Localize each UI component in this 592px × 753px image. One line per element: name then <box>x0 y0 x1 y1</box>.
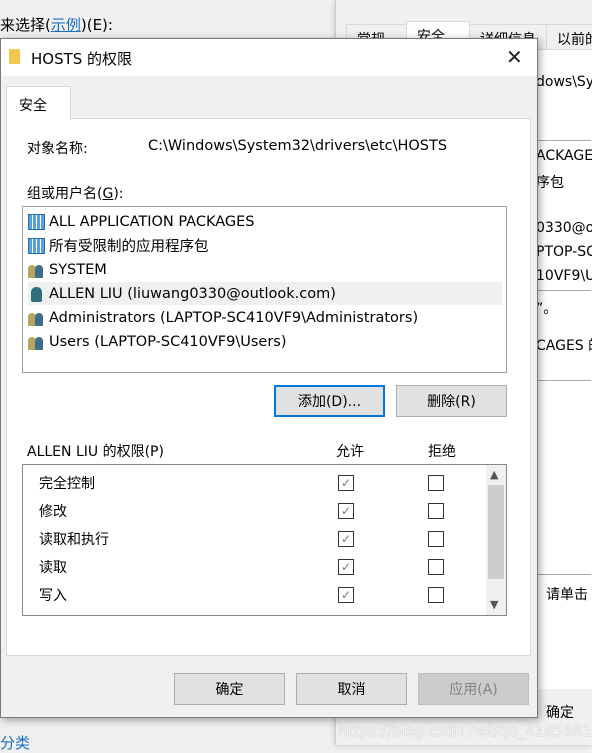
allow-checkbox[interactable]: ✓ <box>338 587 354 603</box>
title-bar: HOSTS 的权限 ✕ <box>1 39 537 76</box>
permissions-list: ▲ ▼ 完全控制 ✓ 修改 ✓ 读取和执行 ✓ 读取 ✓ 写入 ✓ <box>22 464 507 616</box>
allow-checkbox[interactable]: ✓ <box>338 503 354 519</box>
user-list-item[interactable]: SYSTEM <box>28 258 502 281</box>
background-label: 来选择(示例)(E): <box>0 16 113 34</box>
allow-checkbox[interactable]: ✓ <box>338 559 354 575</box>
fragment: 0330@o <box>536 220 592 236</box>
fragment: 序包 <box>536 175 564 191</box>
fragment: 请单击 <box>546 587 588 603</box>
example-link[interactable]: 示例 <box>51 16 81 34</box>
user-name: SYSTEM <box>49 261 107 278</box>
permission-row: 读取和执行 ✓ <box>39 529 489 549</box>
dialog-title: HOSTS 的权限 <box>31 50 133 68</box>
group-label: 组或用户名(G): <box>27 186 124 202</box>
group-icon <box>28 262 45 278</box>
scroll-down-icon[interactable]: ▼ <box>490 598 498 611</box>
user-list-item[interactable]: 所有受限制的应用程序包 <box>28 234 502 257</box>
fragment: PTOP-SC <box>536 244 592 260</box>
group-icon <box>28 334 45 350</box>
user-list[interactable]: ALL APPLICATION PACKAGES 所有受限制的应用程序包 SYSTE… <box>22 206 507 373</box>
deny-checkbox[interactable] <box>428 559 444 575</box>
group-icon <box>28 310 45 326</box>
add-button[interactable]: 添加(D)... <box>274 385 385 417</box>
object-name-label: 对象名称: <box>27 141 88 157</box>
permission-name: 完全控制 <box>39 476 95 492</box>
deny-checkbox[interactable] <box>428 531 444 547</box>
user-name: ALL APPLICATION PACKAGES <box>49 213 255 230</box>
allow-checkbox[interactable]: ✓ <box>338 475 354 491</box>
permission-row: 完全控制 ✓ <box>39 473 489 493</box>
deny-checkbox[interactable] <box>428 475 444 491</box>
package-icon <box>28 213 45 230</box>
ok-button[interactable]: 确定 <box>174 673 285 705</box>
user-list-item[interactable]: Administrators (LAPTOP-SC410VF9\Administ… <box>28 306 502 329</box>
watermark: https://blog.csdn.net/qq_41856814 <box>338 722 592 740</box>
user-name: Users (LAPTOP-SC410VF9\Users) <box>49 333 287 350</box>
fragment: dows\Sy <box>536 74 592 90</box>
properties-ok-button[interactable]: 确定 <box>546 702 574 722</box>
user-name: Administrators (LAPTOP-SC410VF9\Administ… <box>49 309 419 326</box>
scroll-up-icon[interactable]: ▲ <box>490 468 498 481</box>
permissions-label: ALLEN LIU 的权限(P) <box>27 444 164 460</box>
tab-previous-versions[interactable]: 以前的 <box>546 24 592 50</box>
fragment: CAGES 的 <box>536 338 592 354</box>
user-list-item[interactable]: Users (LAPTOP-SC410VF9\Users) <box>28 330 502 353</box>
object-name-value: C:\Windows\System32\drivers\etc\HOSTS <box>148 138 448 154</box>
package-icon <box>28 237 45 254</box>
allow-checkbox[interactable]: ✓ <box>338 531 354 547</box>
permission-row: 修改 ✓ <box>39 501 489 521</box>
remove-button[interactable]: 删除(R) <box>396 385 507 417</box>
fragment: 10VF9\U <box>536 268 592 284</box>
user-name: 所有受限制的应用程序包 <box>49 239 209 255</box>
close-button[interactable]: ✕ <box>506 45 523 69</box>
permissions-dialog: HOSTS 的权限 ✕ 安全 对象名称: C:\Windows\System32… <box>0 38 538 718</box>
scrollbar[interactable]: ▲ ▼ <box>486 465 506 615</box>
user-name: ALLEN LIU (liuwang0330@outlook.com) <box>49 285 336 302</box>
folder-icon <box>9 49 20 64</box>
deny-checkbox[interactable] <box>428 587 444 603</box>
tab-security[interactable]: 安全 <box>6 86 71 120</box>
fragment: ”。 <box>536 301 558 317</box>
scrollbar-thumb[interactable] <box>488 485 504 579</box>
fragment: ACKAGE <box>536 148 592 164</box>
permission-row: 写入 ✓ <box>39 585 489 605</box>
permission-name: 读取和执行 <box>39 532 109 548</box>
user-list-item[interactable]: ALL APPLICATION PACKAGES <box>28 210 502 233</box>
deny-header: 拒绝 <box>428 444 456 460</box>
apply-button[interactable]: 应用(A) <box>418 673 529 705</box>
permission-row: 读取 ✓ <box>39 557 489 577</box>
permission-name: 写入 <box>39 588 67 604</box>
permission-name: 读取 <box>39 560 67 576</box>
deny-checkbox[interactable] <box>428 503 444 519</box>
user-icon <box>28 286 45 302</box>
allow-header: 允许 <box>336 444 364 460</box>
user-list-item[interactable]: ALLEN LIU (liuwang0330@outlook.com) <box>28 282 502 305</box>
permission-name: 修改 <box>39 504 67 520</box>
cancel-button[interactable]: 取消 <box>296 673 407 705</box>
